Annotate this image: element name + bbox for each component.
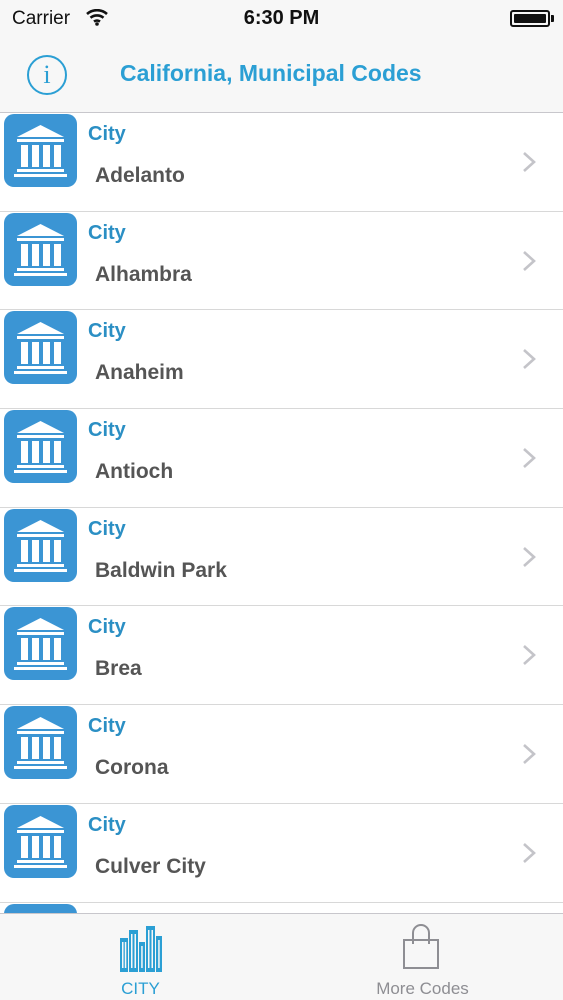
row-category-label: City <box>88 517 126 540</box>
page-title: California, Municipal Codes <box>120 60 422 86</box>
chevron-right-icon <box>523 349 536 370</box>
row-category-label: City <box>88 616 126 639</box>
battery-icon <box>510 10 550 27</box>
city-hall-icon <box>4 410 77 484</box>
chevron-right-icon <box>523 546 536 567</box>
city-hall-icon <box>4 212 77 286</box>
list-item[interactable] <box>0 902 563 913</box>
chevron-right-icon <box>523 645 536 666</box>
info-button[interactable]: i <box>27 55 67 95</box>
city-hall-icon <box>4 804 77 878</box>
chevron-right-icon <box>523 842 536 863</box>
row-category-label: City <box>88 715 126 738</box>
city-hall-icon <box>4 607 77 681</box>
list-item[interactable]: City Antioch <box>0 409 563 508</box>
tab-more-codes-label: More Codes <box>376 979 469 998</box>
tab-city-label: CITY <box>121 979 160 998</box>
city-buildings-icon <box>120 926 162 972</box>
city-hall-icon <box>4 508 77 582</box>
list-item[interactable]: City Anaheim <box>0 310 563 410</box>
list-item[interactable]: City Brea <box>0 606 563 706</box>
row-city-name: Culver City <box>95 854 206 878</box>
city-list[interactable]: City Adelanto City Alhambra City Anaheim… <box>0 113 563 913</box>
chevron-right-icon <box>523 250 536 271</box>
battery-cap <box>551 15 554 22</box>
chevron-right-icon <box>523 448 536 469</box>
row-city-name: Alhambra <box>95 262 192 286</box>
list-item[interactable]: City Adelanto <box>0 113 563 212</box>
shopping-bag-icon <box>403 924 439 969</box>
row-category-label: City <box>88 320 126 343</box>
navigation-bar: i California, Municipal Codes <box>0 38 563 113</box>
chevron-right-icon <box>523 152 536 172</box>
status-time: 6:30 PM <box>243 7 320 29</box>
tab-city[interactable]: CITY <box>0 914 281 1000</box>
row-city-name: Anaheim <box>95 361 184 385</box>
status-bar: Carrier 6:30 PM <box>0 0 563 38</box>
list-item[interactable]: City Culver City <box>0 803 563 903</box>
list-item[interactable]: City Baldwin Park <box>0 507 563 607</box>
row-city-name: Adelanto <box>95 164 185 187</box>
row-category-label: City <box>88 221 126 244</box>
row-city-name: Antioch <box>95 460 174 484</box>
row-category-label: City <box>88 813 126 836</box>
city-hall-icon <box>4 311 77 385</box>
list-item[interactable]: City Corona <box>0 705 563 804</box>
list-item[interactable]: City Alhambra <box>0 211 563 311</box>
row-city-name: Corona <box>95 756 169 780</box>
row-city-name: Brea <box>95 657 142 681</box>
city-hall-icon <box>4 706 77 780</box>
tab-more-codes[interactable]: More Codes <box>282 914 563 1000</box>
chevron-right-icon <box>523 744 536 765</box>
city-hall-icon <box>4 903 77 913</box>
city-hall-icon <box>4 114 77 187</box>
tab-bar: CITY More Codes <box>0 913 563 1000</box>
row-city-name: Baldwin Park <box>95 558 227 582</box>
row-category-label: City <box>88 419 126 442</box>
row-category-label: City <box>88 123 126 145</box>
